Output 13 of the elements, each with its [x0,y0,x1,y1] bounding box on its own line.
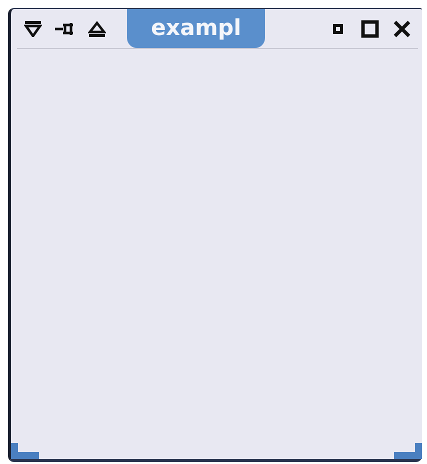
maximize-icon [361,20,379,38]
window-title: exampl [127,8,266,48]
pin-icon [55,22,75,36]
eject-button[interactable] [87,18,107,38]
resize-grip[interactable] [11,443,39,459]
close-icon [393,20,411,38]
close-button[interactable] [392,18,412,38]
shade-button[interactable] [23,18,43,38]
maximize-button[interactable] [360,18,380,38]
resize-grip[interactable] [394,443,422,459]
minimize-icon [333,24,343,34]
shade-icon [24,20,42,36]
eject-icon [88,20,106,36]
